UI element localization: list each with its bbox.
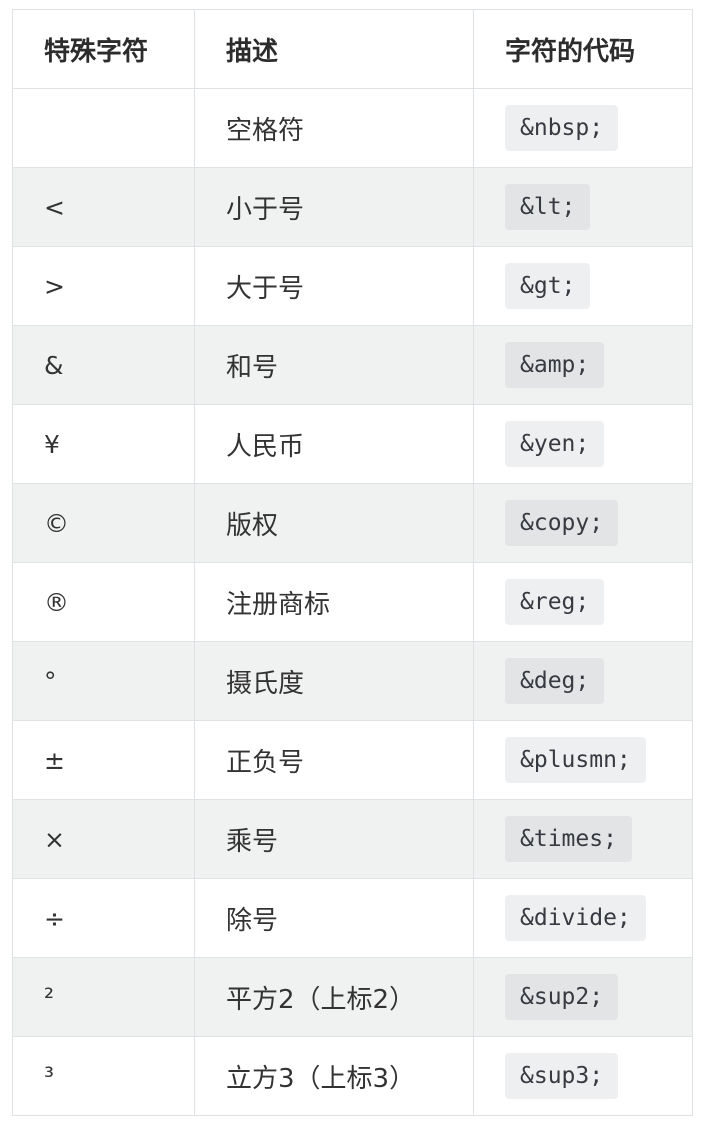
header-char-code: 字符的代码 [473, 9, 693, 89]
cell-char: ° [12, 641, 195, 721]
cell-description: 人民币 [194, 404, 474, 484]
table-header: 特殊字符 描述 字符的代码 [12, 9, 693, 89]
cell-code: &deg; [473, 641, 693, 721]
table-row: × 乘号 &times; [12, 799, 693, 879]
cell-code: &times; [473, 799, 693, 879]
cell-description: 空格符 [194, 88, 474, 168]
cell-code: &sup2; [473, 957, 693, 1037]
cell-description: 立方3（上标3） [194, 1036, 474, 1116]
cell-char: © [12, 483, 195, 563]
code-snippet: &divide; [505, 895, 646, 941]
table-row: ± 正负号 &plusmn; [12, 720, 693, 800]
cell-char: > [12, 246, 195, 326]
table-row: ² 平方2（上标2） &sup2; [12, 957, 693, 1037]
code-snippet: &reg; [505, 579, 605, 625]
cell-char: ± [12, 720, 195, 800]
cell-description: 和号 [194, 325, 474, 405]
code-snippet: &nbsp; [505, 105, 619, 151]
cell-char: × [12, 799, 195, 879]
table-row: © 版权 &copy; [12, 483, 693, 563]
cell-description: 版权 [194, 483, 474, 563]
cell-description: 摄氏度 [194, 641, 474, 721]
code-snippet: &plusmn; [505, 737, 646, 783]
table-row: > 大于号 &gt; [12, 246, 693, 326]
cell-description: 乘号 [194, 799, 474, 879]
cell-code: &divide; [473, 878, 693, 958]
code-snippet: &deg; [505, 658, 605, 704]
table-row: ¥ 人民币 &yen; [12, 404, 693, 484]
cell-char: ² [12, 957, 195, 1037]
code-snippet: &yen; [505, 421, 605, 467]
table-body: 空格符 &nbsp; < 小于号 &lt; > 大于号 &gt; & 和号 &a… [12, 88, 693, 1116]
table-row: ÷ 除号 &divide; [12, 878, 693, 958]
html-entities-table: 特殊字符 描述 字符的代码 空格符 &nbsp; < 小于号 &lt; > 大于… [12, 9, 693, 1116]
cell-code: &lt; [473, 167, 693, 247]
cell-char [12, 88, 195, 168]
cell-description: 注册商标 [194, 562, 474, 642]
header-special-char: 特殊字符 [12, 9, 195, 89]
cell-code: &yen; [473, 404, 693, 484]
cell-code: &amp; [473, 325, 693, 405]
cell-char: & [12, 325, 195, 405]
code-snippet: &copy; [505, 500, 619, 546]
cell-code: &plusmn; [473, 720, 693, 800]
table-row: ³ 立方3（上标3） &sup3; [12, 1036, 693, 1116]
code-snippet: &lt; [505, 184, 591, 230]
table-row: 空格符 &nbsp; [12, 88, 693, 168]
table-row: ® 注册商标 &reg; [12, 562, 693, 642]
code-snippet: &times; [505, 816, 632, 862]
cell-code: &gt; [473, 246, 693, 326]
cell-code: &sup3; [473, 1036, 693, 1116]
cell-description: 除号 [194, 878, 474, 958]
cell-char: ¥ [12, 404, 195, 484]
code-snippet: &gt; [505, 263, 591, 309]
table-row: ° 摄氏度 &deg; [12, 641, 693, 721]
header-row: 特殊字符 描述 字符的代码 [12, 9, 693, 89]
cell-code: &nbsp; [473, 88, 693, 168]
code-snippet: &sup3; [505, 1053, 619, 1099]
cell-char: ÷ [12, 878, 195, 958]
cell-code: &copy; [473, 483, 693, 563]
cell-description: 大于号 [194, 246, 474, 326]
code-snippet: &amp; [505, 342, 605, 388]
cell-code: &reg; [473, 562, 693, 642]
cell-description: 平方2（上标2） [194, 957, 474, 1037]
cell-char: < [12, 167, 195, 247]
cell-char: ® [12, 562, 195, 642]
table-row: & 和号 &amp; [12, 325, 693, 405]
cell-description: 正负号 [194, 720, 474, 800]
table-row: < 小于号 &lt; [12, 167, 693, 247]
code-snippet: &sup2; [505, 974, 619, 1020]
html-entities-table-container: 特殊字符 描述 字符的代码 空格符 &nbsp; < 小于号 &lt; > 大于… [12, 9, 693, 1116]
cell-description: 小于号 [194, 167, 474, 247]
cell-char: ³ [12, 1036, 195, 1116]
header-description: 描述 [194, 9, 474, 89]
